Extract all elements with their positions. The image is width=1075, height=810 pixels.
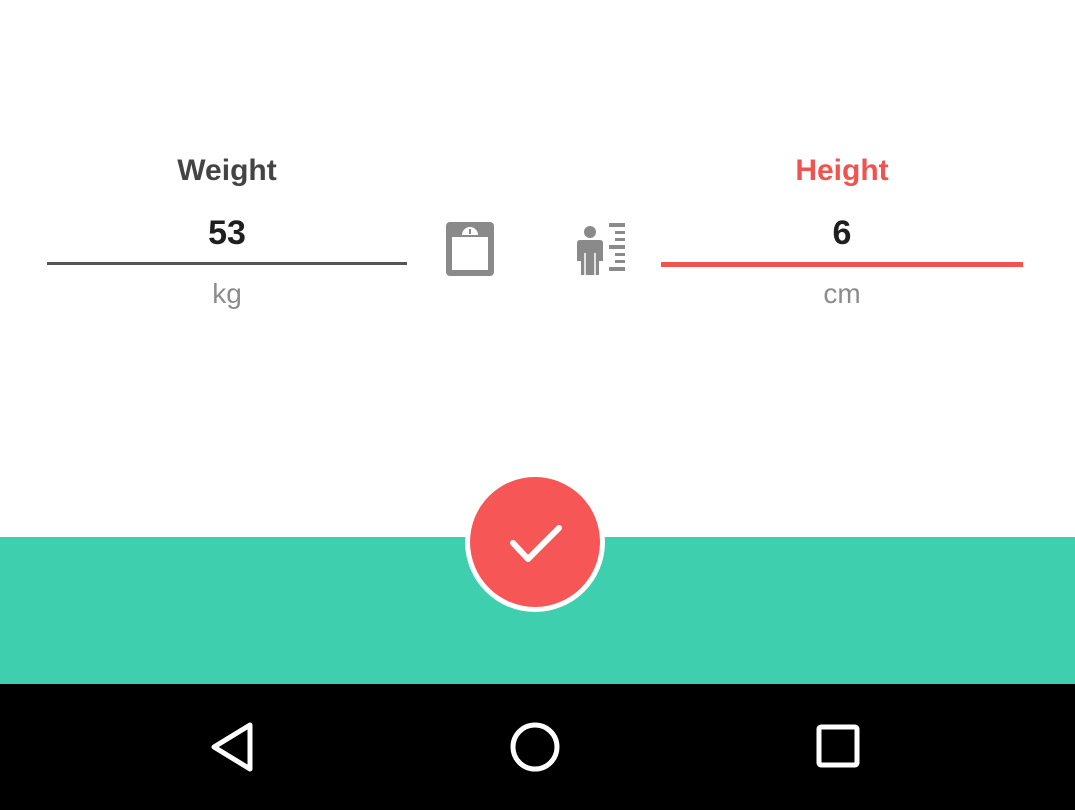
weight-underline (47, 262, 407, 265)
weight-field: Weight kg (47, 150, 407, 320)
system-navigation-bar (0, 684, 1075, 810)
height-label: Height (795, 154, 889, 187)
nav-home-button[interactable] (500, 714, 570, 780)
height-unit: cm (823, 278, 861, 309)
scale-icon (444, 221, 496, 277)
weight-input[interactable] (47, 214, 407, 253)
bmi-input-screen: Weight kg Height cm (0, 0, 1075, 810)
confirm-button[interactable] (465, 472, 605, 612)
confirm-button-fill (470, 477, 600, 607)
weight-unit: kg (212, 278, 242, 309)
height-field: Height cm (661, 150, 1023, 320)
height-input[interactable] (661, 214, 1023, 253)
back-triangle-icon (211, 722, 253, 772)
height-underline (661, 262, 1023, 267)
home-circle-icon (510, 722, 560, 772)
nav-recents-button[interactable] (803, 714, 873, 780)
weight-label: Weight (177, 154, 277, 187)
nav-back-button[interactable] (198, 714, 268, 780)
height-measure-icon (571, 221, 627, 277)
checkmark-icon (510, 525, 562, 562)
recents-square-icon (816, 724, 860, 768)
